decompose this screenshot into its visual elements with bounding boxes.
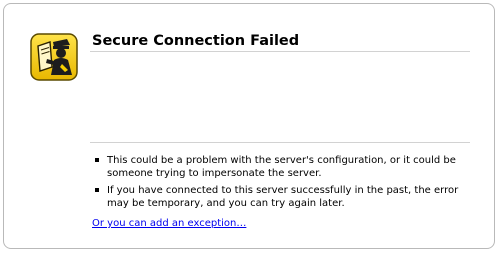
content-divider	[90, 142, 470, 143]
bullet-icon	[95, 158, 99, 162]
police-officer-warning-icon	[30, 33, 78, 81]
bullet-icon	[95, 188, 99, 192]
error-page-frame: Secure Connection Failed This could be a…	[3, 3, 495, 249]
add-exception-link[interactable]: Or you can add an exception…	[92, 217, 246, 230]
page-title: Secure Connection Failed	[92, 33, 300, 49]
explanation-list: This could be a problem with the server'…	[94, 154, 474, 214]
list-item: This could be a problem with the server'…	[94, 154, 474, 180]
list-item: If you have connected to this server suc…	[94, 184, 474, 210]
list-item-text: If you have connected to this server suc…	[107, 185, 459, 209]
list-item-text: This could be a problem with the server'…	[107, 155, 456, 179]
title-divider	[90, 51, 470, 52]
